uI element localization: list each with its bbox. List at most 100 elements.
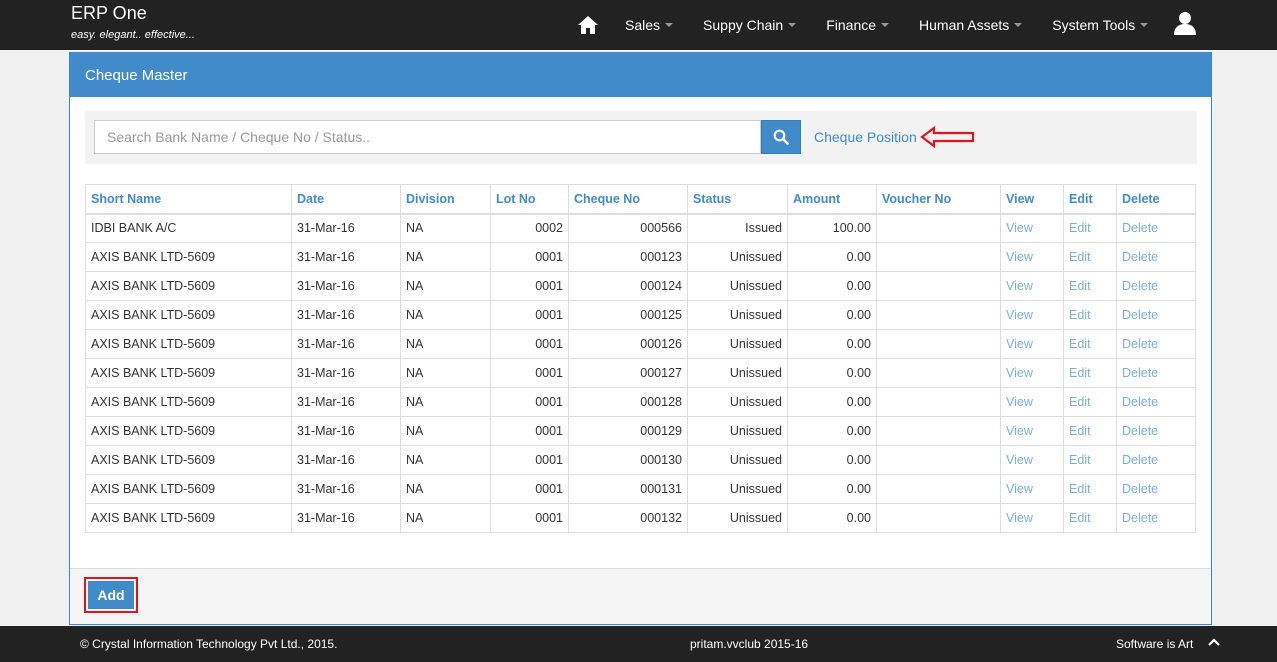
- cheque-position-link[interactable]: Cheque Position: [814, 129, 917, 145]
- delete-link[interactable]: Delete: [1122, 395, 1158, 409]
- nav-sales[interactable]: Sales: [610, 0, 688, 50]
- edit-link[interactable]: Edit: [1069, 279, 1091, 293]
- chevron-up-icon[interactable]: [1208, 636, 1220, 650]
- cell-amount: 0.00: [787, 358, 877, 388]
- edit-link[interactable]: Edit: [1069, 482, 1091, 496]
- delete-link[interactable]: Delete: [1122, 453, 1158, 467]
- view-link[interactable]: View: [1006, 453, 1033, 467]
- view-link[interactable]: View: [1006, 482, 1033, 496]
- cell-delete: Delete: [1116, 445, 1196, 475]
- delete-link[interactable]: Delete: [1122, 250, 1158, 264]
- table-row[interactable]: AXIS BANK LTD-5609 31-Mar-16 NA 0001 000123 U…: [85, 242, 1196, 272]
- table-row[interactable]: AXIS BANK LTD-5609 31-Mar-16 NA 0001 000125 U…: [85, 300, 1196, 330]
- delete-link[interactable]: Delete: [1122, 424, 1158, 438]
- view-link[interactable]: View: [1006, 366, 1033, 380]
- add-button[interactable]: Add: [88, 581, 134, 609]
- slogan-text: Software is Art: [1116, 637, 1194, 651]
- cell-cheque-no: 000566: [568, 213, 688, 243]
- col-delete: Delete: [1116, 184, 1196, 215]
- delete-link[interactable]: Delete: [1122, 308, 1158, 322]
- delete-link[interactable]: Delete: [1122, 337, 1158, 351]
- edit-link[interactable]: Edit: [1069, 308, 1091, 322]
- table-row[interactable]: AXIS BANK LTD-5609 31-Mar-16 NA 0001 000124 U…: [85, 271, 1196, 301]
- brand[interactable]: ERP One easy. elegant.. effective...: [71, 3, 195, 41]
- cell-cheque-no: 000131: [568, 474, 688, 504]
- caret-down-icon: [788, 23, 797, 27]
- cell-edit: Edit: [1063, 474, 1117, 504]
- table-row[interactable]: AXIS BANK LTD-5609 31-Mar-16 NA 0001 000130 U…: [85, 445, 1196, 475]
- cell-date: 31-Mar-16: [291, 300, 401, 330]
- cell-voucher-no: [876, 271, 1001, 301]
- view-link[interactable]: View: [1006, 279, 1033, 293]
- edit-link[interactable]: Edit: [1069, 337, 1091, 351]
- cell-voucher-no: [876, 445, 1001, 475]
- cell-edit: Edit: [1063, 445, 1117, 475]
- nav-human-assets[interactable]: Human Assets: [904, 0, 1037, 50]
- edit-link[interactable]: Edit: [1069, 221, 1091, 235]
- col-voucher-no[interactable]: Voucher No: [876, 184, 1001, 215]
- cell-lot-no: 0001: [490, 416, 569, 446]
- delete-link[interactable]: Delete: [1122, 366, 1158, 380]
- cell-date: 31-Mar-16: [291, 503, 401, 533]
- nav-system-tools[interactable]: System Tools: [1037, 0, 1163, 50]
- search-button[interactable]: [761, 120, 801, 154]
- col-amount[interactable]: Amount: [787, 184, 877, 215]
- table-row[interactable]: AXIS BANK LTD-5609 31-Mar-16 NA 0001 000126 U…: [85, 329, 1196, 359]
- delete-link[interactable]: Delete: [1122, 221, 1158, 235]
- view-link[interactable]: View: [1006, 424, 1033, 438]
- table-row[interactable]: AXIS BANK LTD-5609 31-Mar-16 NA 0001 000127 U…: [85, 358, 1196, 388]
- user-icon[interactable]: [1172, 10, 1198, 36]
- table-row[interactable]: AXIS BANK LTD-5609 31-Mar-16 NA 0001 000131 U…: [85, 474, 1196, 504]
- view-link[interactable]: View: [1006, 221, 1033, 235]
- edit-link[interactable]: Edit: [1069, 424, 1091, 438]
- table-row[interactable]: IDBI BANK A/C 31-Mar-16 NA 0002 000566 Issued…: [85, 213, 1196, 243]
- cell-view: View: [1000, 358, 1064, 388]
- col-lot-no[interactable]: Lot No: [490, 184, 569, 215]
- cell-short-name: AXIS BANK LTD-5609: [85, 358, 292, 388]
- view-link[interactable]: View: [1006, 250, 1033, 264]
- nav-supply-chain[interactable]: Suppy Chain: [688, 0, 811, 50]
- cell-date: 31-Mar-16: [291, 329, 401, 359]
- cell-edit: Edit: [1063, 271, 1117, 301]
- cell-view: View: [1000, 503, 1064, 533]
- delete-link[interactable]: Delete: [1122, 482, 1158, 496]
- col-cheque-no[interactable]: Cheque No: [568, 184, 688, 215]
- cell-delete: Delete: [1116, 329, 1196, 359]
- cell-edit: Edit: [1063, 300, 1117, 330]
- view-link[interactable]: View: [1006, 337, 1033, 351]
- edit-link[interactable]: Edit: [1069, 395, 1091, 409]
- col-status[interactable]: Status: [687, 184, 788, 215]
- nav-finance[interactable]: Finance: [811, 0, 904, 50]
- view-link[interactable]: View: [1006, 511, 1033, 525]
- table-row[interactable]: AXIS BANK LTD-5609 31-Mar-16 NA 0001 000132 U…: [85, 503, 1196, 533]
- cell-status: Unissued: [687, 329, 788, 359]
- cell-status: Issued: [687, 213, 788, 243]
- delete-link[interactable]: Delete: [1122, 279, 1158, 293]
- home-icon[interactable]: [566, 0, 610, 50]
- edit-link[interactable]: Edit: [1069, 250, 1091, 264]
- cell-lot-no: 0001: [490, 445, 569, 475]
- edit-link[interactable]: Edit: [1069, 453, 1091, 467]
- cell-view: View: [1000, 416, 1064, 446]
- table-row[interactable]: AXIS BANK LTD-5609 31-Mar-16 NA 0001 000128 U…: [85, 387, 1196, 417]
- delete-link[interactable]: Delete: [1122, 511, 1158, 525]
- cell-view: View: [1000, 213, 1064, 243]
- col-date[interactable]: Date: [291, 184, 401, 215]
- search-input[interactable]: [94, 120, 761, 154]
- col-division[interactable]: Division: [400, 184, 491, 215]
- cell-delete: Delete: [1116, 300, 1196, 330]
- view-link[interactable]: View: [1006, 308, 1033, 322]
- cell-status: Unissued: [687, 387, 788, 417]
- col-short-name[interactable]: Short Name: [85, 184, 292, 215]
- table-row[interactable]: AXIS BANK LTD-5609 31-Mar-16 NA 0001 000129 U…: [85, 416, 1196, 446]
- edit-link[interactable]: Edit: [1069, 511, 1091, 525]
- cell-cheque-no: 000125: [568, 300, 688, 330]
- edit-link[interactable]: Edit: [1069, 366, 1091, 380]
- cell-delete: Delete: [1116, 474, 1196, 504]
- cell-amount: 0.00: [787, 329, 877, 359]
- search-bar: Cheque Position: [85, 111, 1197, 164]
- cell-voucher-no: [876, 416, 1001, 446]
- nav-supply-chain-label: Suppy Chain: [703, 17, 784, 33]
- view-link[interactable]: View: [1006, 395, 1033, 409]
- cell-short-name: AXIS BANK LTD-5609: [85, 300, 292, 330]
